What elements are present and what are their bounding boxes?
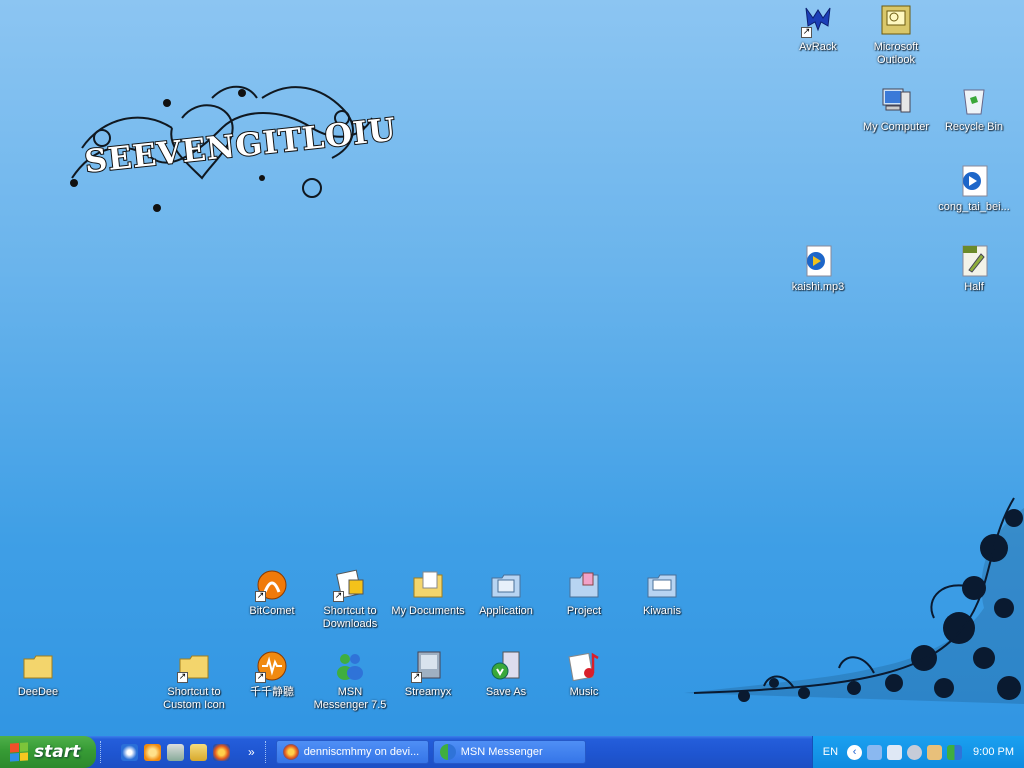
icon-label: AvRack [799,41,837,53]
bitcomet-icon[interactable]: ↗ BitComet [234,568,310,618]
tray-app-icon[interactable] [927,744,943,760]
network-icon[interactable] [867,744,883,760]
avrack-icon[interactable]: ↗ AvRack [780,4,856,54]
icon-label: Project [566,605,602,617]
firefox-icon [282,744,299,760]
taskbar-button-label: MSN Messenger [460,746,543,758]
msn-tray-icon[interactable] [947,744,963,760]
media-player-icon[interactable] [144,743,161,761]
icon-label: DeeDee [17,686,59,698]
application-folder-icon[interactable]: Application [468,568,544,618]
floral-wallpaper-decoration [684,497,1024,704]
icon-label: MSN Messenger 7.5 [313,686,387,711]
music-icon[interactable]: Music [546,649,622,699]
system-tray: EN ‹ 9:00 PM [811,736,1024,768]
taskbar-button-msn[interactable]: MSN Messenger [432,740,586,764]
quick-launch: » [121,743,255,761]
icon-label: Application [479,605,533,617]
firefox-icon[interactable] [213,743,230,761]
show-desktop-icon[interactable] [167,743,184,761]
clock[interactable]: 9:00 PM [973,746,1014,758]
icon-label: Streamyx [404,686,452,698]
mp3-file-icon[interactable]: kaishi.mp3 [780,244,856,294]
expand-tray-chevron-icon[interactable]: ‹ [847,744,863,760]
icon-label: Music [569,686,599,698]
toolbar-grip[interactable] [100,741,103,763]
icon-label: 千千静聽 [250,686,294,698]
desktop[interactable]: SEEVENGITLOIU ↗ AvRack Microsoft Outlook… [0,0,1024,736]
icon-label: My Computer [862,121,930,133]
folder-icon[interactable] [190,743,207,761]
taskbar-button-label: denniscmhmy on devi... [303,746,420,758]
outlook-icon[interactable]: Microsoft Outlook [858,4,934,67]
icon-label: Recycle Bin [944,121,1004,133]
icon-label: BitComet [249,605,295,617]
internet-explorer-icon[interactable] [121,743,138,761]
icon-label: Microsoft Outlook [873,41,919,66]
msn-icon [439,744,456,760]
security-icon[interactable] [907,744,923,760]
desktop-logo-graphic: SEEVENGITLOIU [62,78,399,224]
deedee-folder-icon[interactable]: DeeDee [0,649,76,699]
icon-label: Save As [485,686,527,698]
icon-label: Kiwanis [643,605,681,617]
icon-label: My Documents [391,605,465,617]
recycle-bin-icon[interactable]: Recycle Bin [936,84,1012,134]
taskbar-button-firefox[interactable]: denniscmhmy on devi... [275,740,429,764]
my-documents-icon[interactable]: My Documents [390,568,466,618]
start-label: start [34,742,81,762]
custom-icon-shortcut-icon[interactable]: ↗ Shortcut to Custom Icon [156,649,232,712]
quick-launch-more-chevron-icon[interactable]: » [248,745,255,759]
windows-logo-icon [10,742,28,762]
media-file-icon[interactable]: cong_tai_bei... [936,164,1012,214]
volume-icon[interactable] [887,744,903,760]
icon-label: cong_tai_bei... [938,201,1010,213]
save-as-icon[interactable]: Save As [468,649,544,699]
ttplayer-icon[interactable]: ↗ 千千静聽 [234,649,310,699]
icon-label: Half [964,281,984,293]
icon-label: kaishi.mp3 [791,281,845,293]
my-computer-icon[interactable]: My Computer [858,84,934,134]
taskbar: start » denniscmhmy on devi... MSN Messe… [0,736,1024,768]
icon-label: Shortcut to Custom Icon [163,686,225,711]
streamyx-icon[interactable]: ↗ Streamyx [390,649,466,699]
kiwanis-folder-icon[interactable]: Kiwanis [624,568,700,618]
project-folder-icon[interactable]: Project [546,568,622,618]
start-button[interactable]: start [0,736,96,768]
downloads-shortcut-icon[interactable]: ↗ Shortcut to Downloads [312,568,388,631]
icon-label: Shortcut to Downloads [322,605,378,630]
language-indicator[interactable]: EN [823,746,838,758]
msn-messenger-icon[interactable]: MSN Messenger 7.5 [312,649,388,712]
toolbar-grip[interactable] [264,741,268,763]
psd-file-icon[interactable]: Half [936,244,1012,294]
